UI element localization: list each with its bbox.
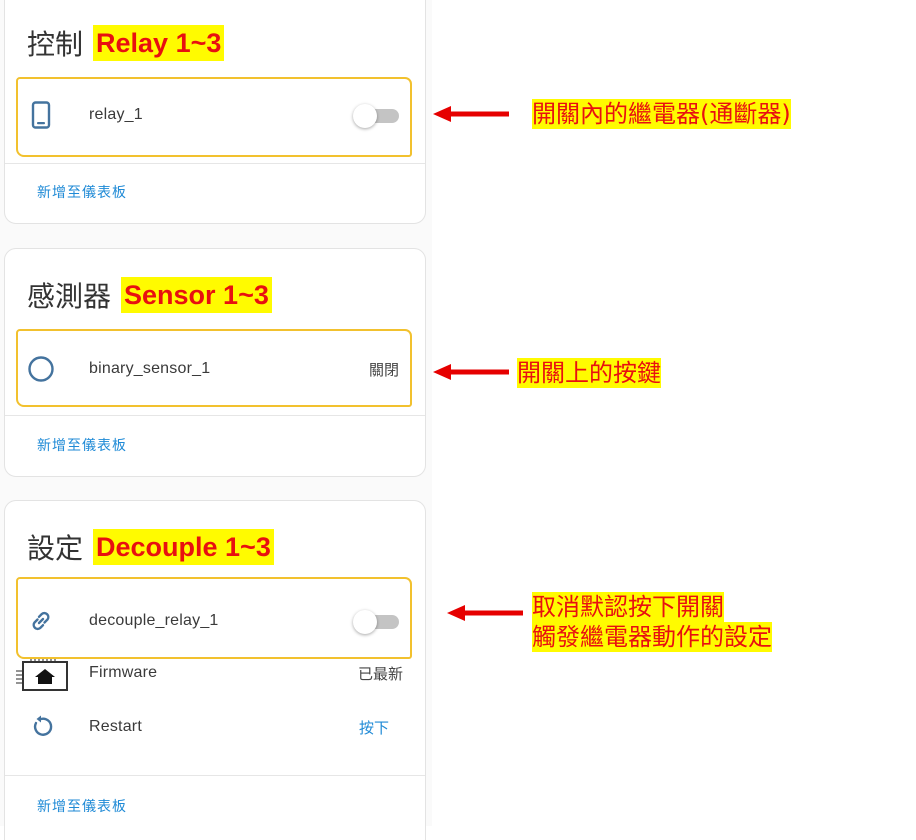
- chip-home-icon: [13, 655, 71, 693]
- control-add-to-dashboard-link[interactable]: 新增至儀表板: [37, 182, 127, 202]
- control-title-highlight: Relay 1~3: [93, 25, 225, 61]
- decouple-annotation-line-1: 取消默認按下開關: [532, 592, 724, 622]
- sensor-add-to-dashboard-link[interactable]: 新增至儀表板: [37, 435, 127, 455]
- circle-outline-icon: [27, 355, 55, 383]
- decouple-relay-toggle[interactable]: [353, 610, 399, 634]
- link-icon: [27, 607, 55, 635]
- decouple-relay-row[interactable]: decouple_relay_1: [5, 595, 425, 647]
- config-title-highlight: Decouple 1~3: [93, 529, 274, 565]
- control-title-text: 控制: [27, 28, 84, 61]
- config-divider: [5, 775, 425, 776]
- decouple-annotation: 取消默認按下開關 觸發繼電器動作的設定: [532, 592, 772, 652]
- config-card-title: 設定 Decouple 1~3: [27, 527, 274, 567]
- firmware-label: Firmware: [89, 664, 158, 681]
- control-divider: [5, 163, 425, 164]
- relay-annotation: 開關內的繼電器(通斷器): [532, 99, 791, 129]
- binary-sensor-row[interactable]: binary_sensor_1 關閉: [5, 343, 425, 395]
- config-title-text: 設定: [27, 532, 84, 565]
- config-add-to-dashboard-link[interactable]: 新增至儀表板: [37, 796, 127, 816]
- arrow-left-icon: [433, 364, 509, 380]
- sensor-card-title: 感測器 Sensor 1~3: [27, 275, 272, 315]
- arrow-left-icon: [433, 106, 509, 122]
- binary-sensor-label: binary_sensor_1: [89, 360, 211, 377]
- firmware-state: 已最新: [357, 664, 403, 683]
- sensor-card: 感測器 Sensor 1~3 binary_sensor_1 關閉 新增至儀表板: [4, 248, 426, 477]
- decouple-toggle-knob: [353, 610, 377, 634]
- arrow-left-icon: [447, 605, 523, 621]
- sensor-divider: [5, 415, 425, 416]
- relay-label: relay_1: [89, 106, 143, 123]
- cellphone-icon: [27, 101, 55, 129]
- restart-press-button[interactable]: 按下: [359, 717, 389, 738]
- restart-label: Restart: [89, 718, 142, 735]
- control-card: 控制 Relay 1~3 relay_1 新增至儀表板: [4, 0, 426, 224]
- sensor-annotation: 開關上的按鍵: [517, 358, 661, 388]
- restart-row[interactable]: Restart 按下: [5, 701, 425, 753]
- relay-toggle-knob: [353, 104, 377, 128]
- config-card: 設定 Decouple 1~3 decouple_relay_1 Firmwar…: [4, 500, 426, 840]
- restart-icon: [27, 713, 55, 741]
- binary-sensor-state: 關閉: [368, 360, 399, 379]
- sensor-title-text: 感測器: [27, 280, 112, 313]
- firmware-row[interactable]: Firmware 已最新: [5, 647, 425, 699]
- relay-row[interactable]: relay_1: [5, 89, 425, 141]
- decouple-relay-label: decouple_relay_1: [89, 612, 219, 629]
- decouple-annotation-line-2: 觸發繼電器動作的設定: [532, 622, 772, 652]
- relay-toggle[interactable]: [353, 104, 399, 128]
- control-card-title: 控制 Relay 1~3: [27, 23, 225, 63]
- sensor-title-highlight: Sensor 1~3: [121, 277, 272, 313]
